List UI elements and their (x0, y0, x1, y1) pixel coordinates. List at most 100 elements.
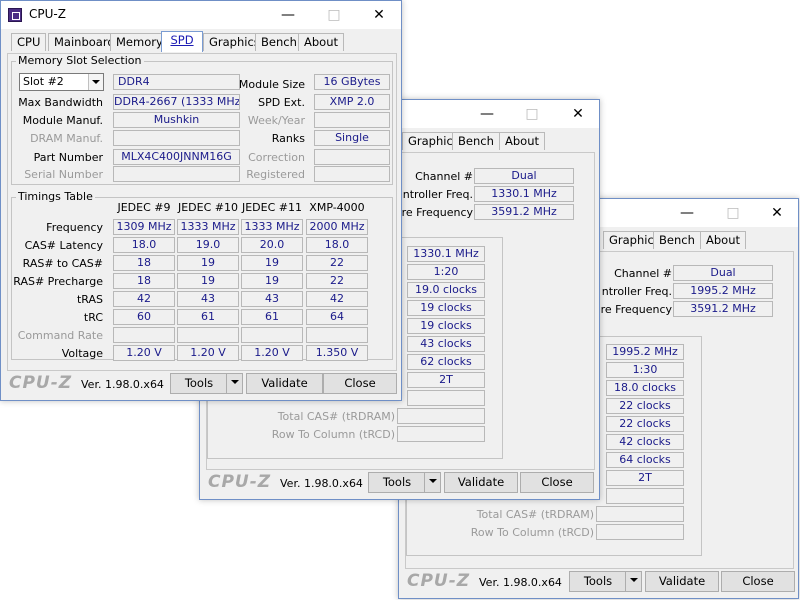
timing-cell: 22 (306, 255, 368, 271)
timing-cell: 19 (177, 255, 239, 271)
tools-dropdown-button[interactable] (424, 472, 441, 493)
validate-button[interactable]: Validate (444, 472, 518, 493)
column-header: XMP-4000 (309, 201, 365, 214)
timing-cell: 1.20 V (241, 345, 303, 361)
controller-freq-value: 1330.1 MHz (474, 186, 574, 202)
timing-cell: 1333 MHz (241, 219, 303, 235)
timing-cell: 60 (113, 309, 175, 325)
timing-cell (306, 327, 368, 343)
slot-select[interactable]: Slot #2 (19, 73, 104, 91)
timing-cell: 1.350 V (306, 345, 368, 361)
ranks-value: Single (314, 130, 390, 146)
timing-row-label: CAS# Latency (24, 239, 103, 252)
spd-ext-value: XMP 2.0 (314, 94, 390, 110)
timing-idle-timer (407, 390, 485, 406)
tab-memory[interactable]: Memory (110, 33, 169, 51)
tab-bench[interactable]: Bench (255, 33, 303, 51)
total-cas-label: Total CAS# (tRDRAM) (476, 508, 594, 521)
tab-about[interactable]: About (298, 33, 345, 51)
timing-cas-latency: 18.0 clocks (606, 380, 684, 396)
column-header: JEDEC #11 (241, 201, 302, 214)
registered-value (314, 166, 390, 182)
part-number-label: Part Number (33, 151, 103, 164)
maximize-button[interactable]: □ (509, 100, 555, 128)
timing-cas-latency: 19.0 clocks (407, 282, 485, 298)
total-cas-label: Total CAS# (tRDRAM) (277, 410, 395, 423)
chevron-down-icon (630, 578, 638, 582)
cpuz-logo: CPU-Z (407, 571, 471, 591)
timing-cell: 18 (113, 273, 175, 289)
tab-bench[interactable]: Bench (653, 231, 701, 249)
timing-cell: 19 (241, 255, 303, 271)
timing-command-rate: 2T (407, 372, 485, 388)
tools-dropdown-button[interactable] (226, 373, 243, 394)
minimize-button[interactable]: — (664, 199, 710, 227)
tools-dropdown-button[interactable] (625, 571, 642, 592)
close-window-button[interactable]: ✕ (754, 199, 800, 227)
tools-button[interactable]: Tools (170, 373, 228, 394)
validate-button[interactable]: Validate (645, 571, 719, 592)
timing-row-label: Frequency (46, 221, 103, 234)
maximize-button[interactable]: □ (710, 199, 756, 227)
tools-button[interactable]: Tools (368, 472, 426, 493)
timing-cell: 42 (113, 291, 175, 307)
validate-button[interactable]: Validate (246, 373, 323, 394)
channel-value: Dual (474, 168, 574, 184)
timing-cell: 18.0 (306, 237, 368, 253)
row-to-column-value (397, 426, 485, 442)
timing-cell: 1333 MHz (177, 219, 239, 235)
timing-cell: 1309 MHz (113, 219, 175, 235)
timing-row-label: RAS# Precharge (13, 275, 103, 288)
tab-cpu[interactable]: CPU (11, 33, 47, 51)
chevron-down-icon (231, 380, 239, 384)
timing-cell: 2000 MHz (306, 219, 368, 235)
close-window-button[interactable]: ✕ (356, 1, 402, 29)
module-size-label: Module Size (238, 78, 305, 91)
max-bandwidth-value: DDR4-2667 (1333 MHz) (113, 94, 240, 110)
timing-cell: 18 (113, 255, 175, 271)
tab-spd[interactable]: SPD (161, 31, 203, 52)
slot-dropdown-arrow[interactable] (88, 74, 103, 90)
row-to-column-value (596, 524, 684, 540)
timing-row-label: tRC (83, 311, 103, 324)
timing-trc: 64 clocks (606, 452, 684, 468)
tab-bench[interactable]: Bench (452, 132, 500, 150)
timing-cell: 42 (306, 291, 368, 307)
timing-cell: 18.0 (113, 237, 175, 253)
timing-cell: 43 (177, 291, 239, 307)
timing-cell: 43 (241, 291, 303, 307)
close-button[interactable]: Close (721, 571, 795, 592)
ranks-label: Ranks (271, 132, 305, 145)
core-frequency-value: 3591.2 MHz (474, 204, 574, 220)
close-button[interactable]: Close (520, 472, 594, 493)
part-number-value: MLX4C400JNNM16G (113, 149, 240, 165)
row-to-column-label: Row To Column (tRCD) (470, 526, 594, 539)
tools-button[interactable]: Tools (569, 571, 627, 592)
chevron-down-icon (429, 479, 437, 483)
total-cas-value (397, 408, 485, 424)
minimize-button[interactable]: — (464, 100, 510, 128)
version-label: Ver. 1.98.0.x64 (280, 477, 363, 490)
spd-ext-label: SPD Ext. (258, 96, 305, 109)
core-frequency-value: 3591.2 MHz (673, 301, 773, 317)
tab-about[interactable]: About (499, 132, 546, 150)
timing-rp: 19 clocks (407, 318, 485, 334)
maximize-button[interactable]: □ (311, 1, 357, 29)
timing-cell: 64 (306, 309, 368, 325)
close-button[interactable]: Close (323, 373, 397, 394)
timing-cell (177, 327, 239, 343)
dram-manuf-value (113, 130, 240, 146)
module-manuf-label: Module Manuf. (22, 114, 103, 127)
tab-about[interactable]: About (700, 231, 747, 249)
close-window-button[interactable]: ✕ (555, 100, 601, 128)
memory-type-value: DDR4 (113, 74, 240, 90)
timing-cell: 1.20 V (177, 345, 239, 361)
channel-value: Dual (673, 265, 773, 281)
timing-cell: 61 (177, 309, 239, 325)
timing-command-rate: 2T (606, 470, 684, 486)
footer: CPU-Z Ver. 1.98.0.x64 Tools Validate Clo… (1, 370, 401, 400)
slot-select-value: Slot #2 (23, 75, 64, 88)
spd-panel: Memory Slot Selection Slot #2 DDR4 Max B… (7, 53, 397, 371)
minimize-button[interactable]: — (265, 1, 311, 29)
timing-dram-frequency: 1330.1 MHz (407, 246, 485, 262)
